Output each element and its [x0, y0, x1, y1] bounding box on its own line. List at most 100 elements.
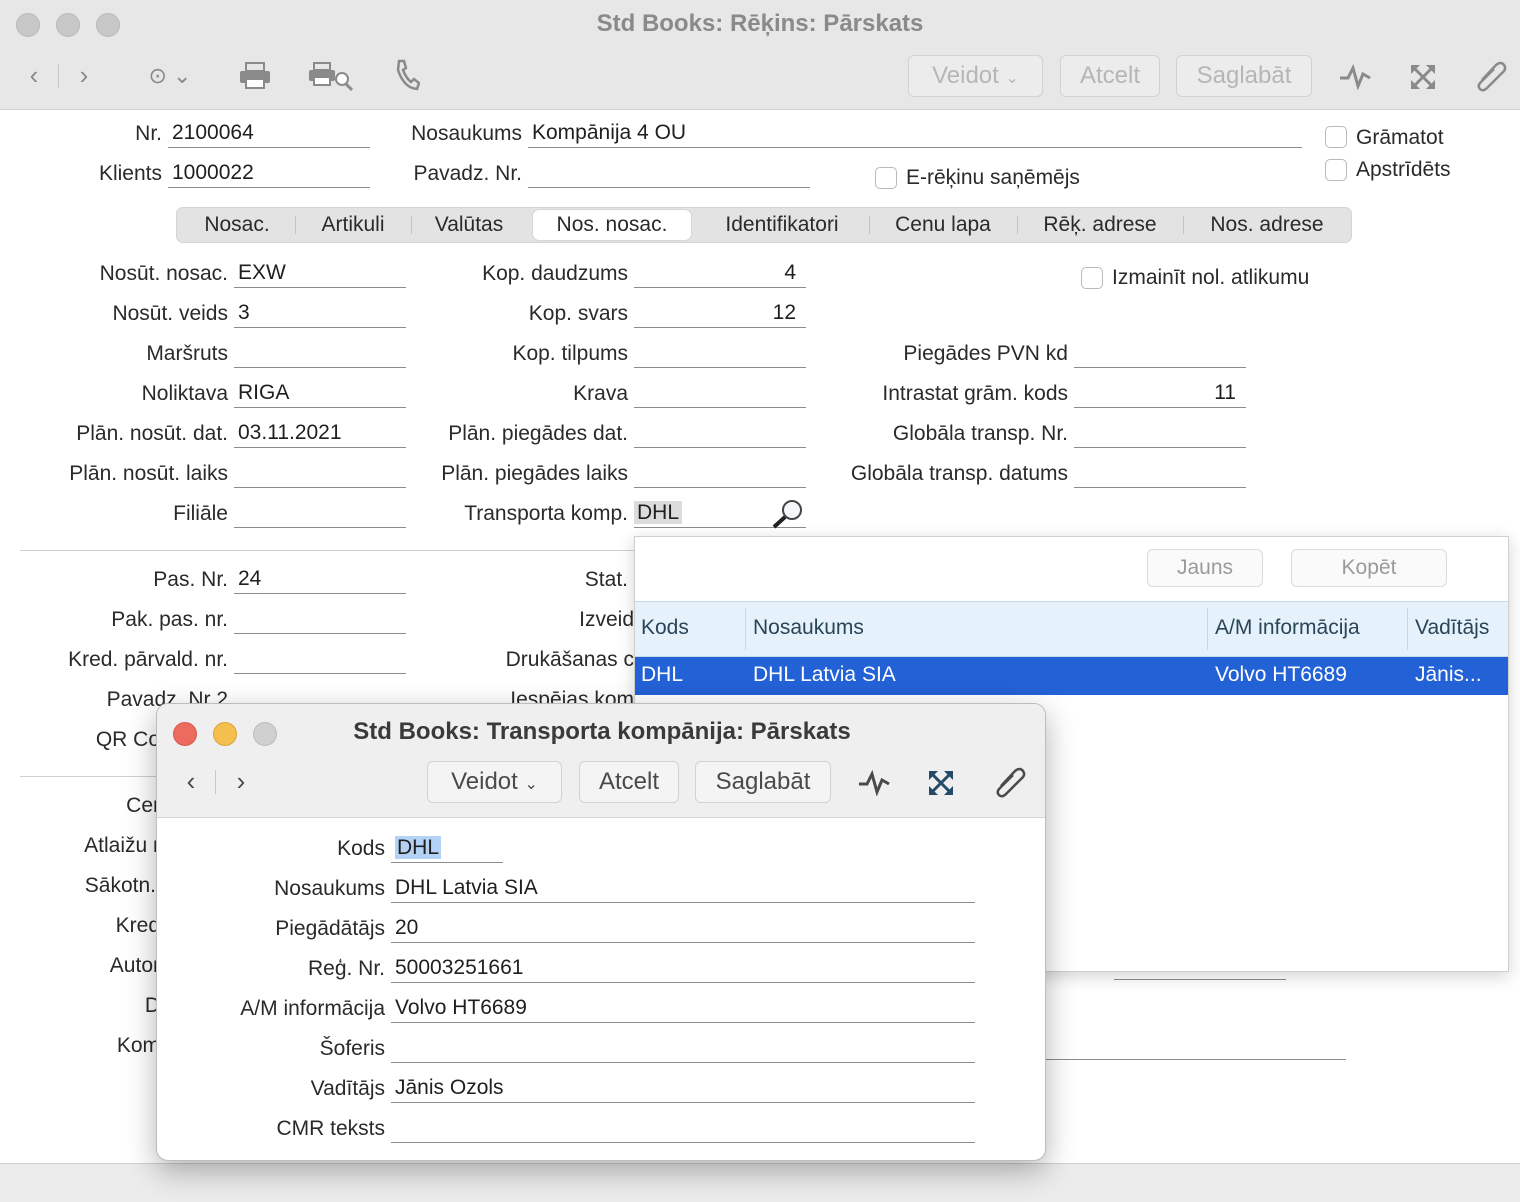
- ship-terms-label: Nosūt. nosac.: [99, 262, 228, 285]
- delivery-note-label: Pavadz. Nr.: [413, 162, 522, 185]
- row-driver: Jānis...: [1415, 663, 1482, 686]
- table-row[interactable]: DHL DHL Latvia SIA Volvo HT6689 Jānis...: [635, 657, 1508, 695]
- client-label: Klients: [98, 162, 162, 185]
- chauffeur-field[interactable]: [391, 1035, 975, 1063]
- nr-field[interactable]: 2100064: [168, 120, 370, 148]
- column-header-driver[interactable]: Vadītājs: [1409, 602, 1509, 656]
- main-titlebar: Std Books: Rēķins: Pārskats ‹ › ⊙ ⌄ Veid…: [0, 0, 1520, 110]
- tab-currencies[interactable]: Valūtas: [411, 208, 527, 242]
- activity-icon[interactable]: [857, 768, 891, 796]
- cmr-text-field[interactable]: [391, 1115, 975, 1143]
- planned-ship-date-field[interactable]: 03.11.2021: [234, 420, 406, 448]
- tab-conditions[interactable]: Nosac.: [179, 208, 295, 242]
- tab-identifiers[interactable]: Identifikatori: [697, 208, 867, 242]
- column-header-code[interactable]: Kods: [635, 602, 745, 656]
- route-field[interactable]: [234, 340, 406, 368]
- tab-invoice-address[interactable]: Rēķ. adrese: [1019, 208, 1181, 242]
- vehicle-info-label: A/M informācija: [240, 997, 385, 1020]
- name-field[interactable]: Kompānija 4 OU: [528, 120, 1302, 148]
- expand-icon[interactable]: [1408, 62, 1438, 92]
- attachment-icon[interactable]: [1474, 58, 1508, 94]
- change-balance-checkbox[interactable]: [1081, 267, 1103, 289]
- save-button[interactable]: Saglabāt: [1176, 55, 1312, 97]
- credit-mgmt-field[interactable]: [234, 646, 406, 674]
- cargo-field[interactable]: [634, 380, 806, 408]
- author-label: Autor: [109, 954, 160, 977]
- row-code: DHL: [641, 663, 684, 686]
- printing-label: Drukāšanas c: [505, 648, 634, 671]
- column-header-vehicle-info[interactable]: A/M informācija: [1209, 602, 1405, 656]
- tab-bar: Nosac. Artikuli Valūtas Nos. nosac. Iden…: [176, 207, 1352, 243]
- ship-mode-field[interactable]: 3: [234, 300, 406, 328]
- planned-delivery-date-field[interactable]: [634, 420, 806, 448]
- print-preview-icon[interactable]: [308, 60, 354, 92]
- planned-ship-time-label: Plān. nosūt. laiks: [69, 462, 228, 485]
- total-qty-field[interactable]: 4: [634, 260, 806, 288]
- forward-icon[interactable]: ›: [227, 766, 255, 796]
- global-transport-nr-field[interactable]: [1074, 420, 1246, 448]
- tab-shipping-conditions[interactable]: Nos. nosac.: [533, 210, 691, 240]
- supplier-field[interactable]: 20: [391, 915, 975, 943]
- total-weight-field[interactable]: 12: [634, 300, 806, 328]
- more-actions-icon[interactable]: ⊙ ⌄: [140, 61, 200, 91]
- ship-terms-field[interactable]: EXW: [234, 260, 406, 288]
- back-icon[interactable]: ‹: [20, 60, 48, 90]
- transport-company-label: Transporta komp.: [464, 502, 628, 525]
- planned-ship-time-field[interactable]: [234, 460, 406, 488]
- disputed-checkbox[interactable]: [1325, 159, 1347, 181]
- new-button[interactable]: Jauns: [1147, 549, 1263, 587]
- supplier-label: Piegādātājs: [275, 917, 385, 940]
- total-weight-label: Kop. svars: [528, 302, 628, 325]
- activity-icon[interactable]: [1338, 62, 1372, 90]
- phone-icon[interactable]: [394, 58, 420, 92]
- nr-label: Nr.: [135, 122, 162, 145]
- global-transport-nr-label: Globāla transp. Nr.: [892, 422, 1068, 445]
- client-field[interactable]: 1000022: [168, 160, 370, 188]
- cancel-button[interactable]: Atcelt: [579, 761, 679, 803]
- name-field[interactable]: DHL Latvia SIA: [391, 875, 975, 903]
- vat-code-field[interactable]: [1074, 340, 1246, 368]
- ship-mode-label: Nosūt. veids: [112, 302, 228, 325]
- change-balance-label: Izmainīt nol. atlikumu: [1112, 266, 1310, 289]
- tab-items[interactable]: Artikuli: [295, 208, 411, 242]
- warehouse-label: Noliktava: [141, 382, 228, 405]
- create-button-label: Veidot: [451, 768, 518, 795]
- total-volume-field[interactable]: [634, 340, 806, 368]
- post-checkbox[interactable]: [1325, 126, 1347, 148]
- chevron-down-icon: ⌄: [524, 776, 538, 793]
- column-separator: [1407, 608, 1408, 650]
- planned-delivery-time-field[interactable]: [634, 460, 806, 488]
- driver-field[interactable]: Jānis Ozols: [391, 1075, 975, 1103]
- comment-label: Kom: [116, 1034, 160, 1057]
- vehicle-info-field[interactable]: Volvo HT6689: [391, 995, 975, 1023]
- column-header-name[interactable]: Nosaukums: [747, 602, 1207, 656]
- delivery-note-field[interactable]: [528, 160, 810, 188]
- copy-button[interactable]: Kopēt: [1291, 549, 1447, 587]
- expand-icon[interactable]: [926, 768, 956, 798]
- lookup-magnifier-icon[interactable]: [770, 498, 806, 530]
- nav-divider: [58, 64, 59, 88]
- warehouse-field[interactable]: RIGA: [234, 380, 406, 408]
- create-button[interactable]: Veidot ⌄: [908, 55, 1043, 97]
- tab-price-list[interactable]: Cenu lapa: [871, 208, 1015, 242]
- code-field[interactable]: DHL: [391, 835, 503, 863]
- print-icon[interactable]: [238, 60, 272, 90]
- e-invoice-recipient-checkbox[interactable]: [875, 167, 897, 189]
- transport-window-titlebar: Std Books: Transporta kompānija: Pārskat…: [157, 704, 1045, 818]
- forward-icon[interactable]: ›: [70, 60, 98, 90]
- global-transport-date-field[interactable]: [1074, 460, 1246, 488]
- cancel-button[interactable]: Atcelt: [1060, 55, 1160, 97]
- order-nr-field[interactable]: 24: [234, 566, 406, 594]
- back-icon[interactable]: ‹: [177, 766, 205, 796]
- chauffeur-label: Šoferis: [319, 1037, 385, 1060]
- tab-delivery-address[interactable]: Nos. adrese: [1185, 208, 1349, 242]
- comment-field[interactable]: [1046, 1032, 1346, 1060]
- save-button[interactable]: Saglabāt: [695, 761, 831, 803]
- attachment-icon[interactable]: [993, 764, 1027, 800]
- create-button[interactable]: Veidot ⌄: [427, 761, 562, 803]
- intrastat-code-field[interactable]: 11: [1074, 380, 1246, 408]
- sub-order-field[interactable]: [234, 606, 406, 634]
- reg-nr-field[interactable]: 50003251661: [391, 955, 975, 983]
- row-name: DHL Latvia SIA: [753, 663, 896, 686]
- branch-field[interactable]: [234, 500, 406, 528]
